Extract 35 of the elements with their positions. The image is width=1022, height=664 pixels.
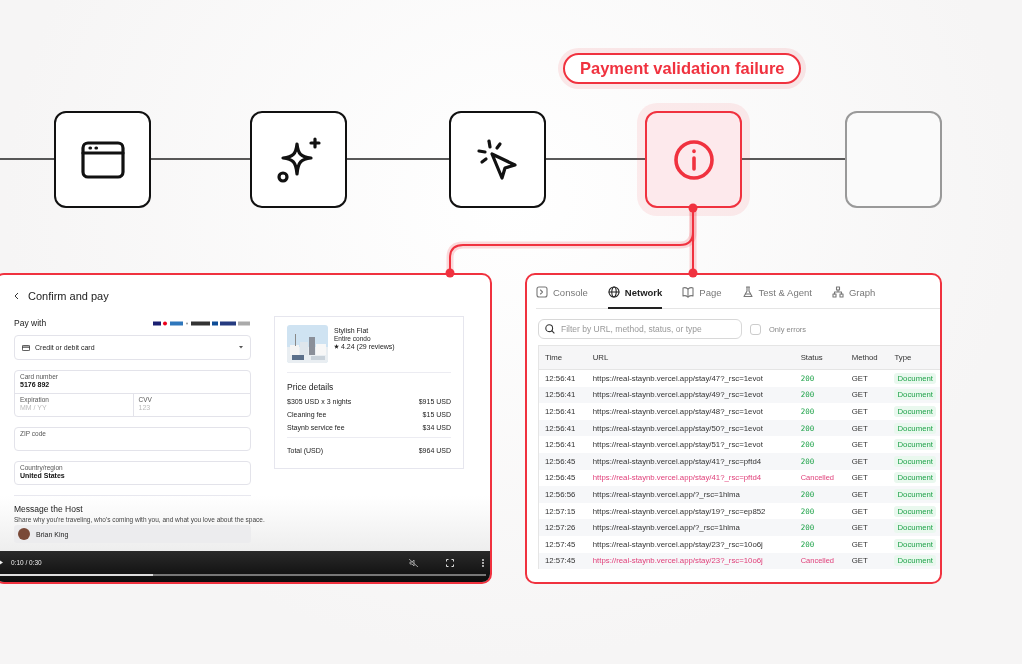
page-title: Confirm and pay bbox=[28, 290, 109, 302]
card-logos-icon bbox=[153, 320, 251, 326]
avatar bbox=[18, 528, 30, 540]
panel-tab[interactable]: Console bbox=[536, 275, 588, 309]
section-heading: Pay with bbox=[14, 318, 47, 328]
section-heading: Price details bbox=[287, 382, 335, 392]
back-icon[interactable] bbox=[14, 292, 19, 300]
mute-icon[interactable] bbox=[409, 558, 418, 567]
step-node[interactable] bbox=[54, 111, 151, 208]
flask-icon bbox=[741, 286, 754, 298]
caret-icon bbox=[239, 346, 243, 349]
panel-tab[interactable]: Graph bbox=[831, 275, 876, 309]
section-heading: Message the Host bbox=[14, 504, 84, 514]
fullscreen-icon[interactable] bbox=[446, 558, 454, 567]
card-icon bbox=[22, 344, 30, 351]
sparkle-icon bbox=[274, 135, 323, 184]
browser-window-icon bbox=[80, 140, 125, 179]
panel-tab[interactable]: Network bbox=[607, 275, 663, 309]
search-field[interactable]: Filter by URL, method, status, or type bbox=[538, 319, 742, 339]
empty-step-node[interactable] bbox=[845, 111, 942, 208]
info-icon bbox=[671, 137, 716, 182]
cursor-click-icon bbox=[475, 137, 520, 182]
panel-tab[interactable]: Test & Agent bbox=[741, 275, 812, 309]
panel-tab[interactable]: Page bbox=[682, 275, 722, 309]
hierarchy-icon bbox=[831, 286, 844, 298]
book-icon bbox=[682, 286, 695, 298]
error-callout: Payment validation failure bbox=[563, 53, 802, 84]
step-node[interactable] bbox=[250, 111, 347, 208]
terminal-icon bbox=[536, 286, 548, 298]
error-step-node[interactable] bbox=[645, 111, 742, 208]
star-icon bbox=[334, 344, 339, 349]
globe-icon bbox=[607, 286, 620, 298]
step-node[interactable] bbox=[449, 111, 546, 208]
search-icon bbox=[545, 324, 555, 334]
checkbox[interactable] bbox=[750, 323, 761, 335]
